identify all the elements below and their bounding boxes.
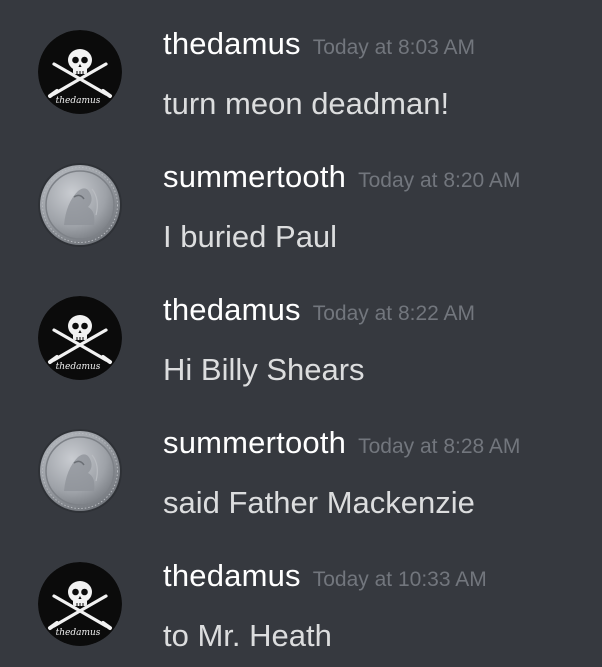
timestamp: Today at 8:22 AM [312, 302, 476, 325]
message-header: thedamus Today at 8:03 AM [163, 26, 475, 62]
avatar[interactable]: thedamus [38, 562, 122, 646]
pirate-flag-icon: thedamus [38, 562, 122, 646]
username[interactable]: thedamus [163, 26, 301, 61]
message-header: thedamus Today at 8:22 AM [163, 292, 475, 328]
pirate-flag-icon: thedamus [38, 30, 122, 114]
username[interactable]: thedamus [163, 558, 301, 593]
timestamp: Today at 8:28 AM [358, 435, 521, 458]
svg-text:thedamus: thedamus [56, 362, 101, 372]
silver-coin-icon [38, 163, 122, 247]
svg-text:thedamus: thedamus [56, 96, 101, 106]
message-item: summertooth Today at 8:20 AM I buried Pau… [0, 133, 602, 266]
avatar[interactable] [38, 429, 122, 513]
message-text: said Father Mackenzie [163, 485, 475, 520]
message-text: turn meon deadman! [163, 86, 450, 121]
username[interactable]: summertooth [163, 425, 346, 460]
avatar[interactable]: thedamus [38, 296, 122, 380]
pirate-flag-icon: thedamus [38, 296, 122, 380]
timestamp: Today at 10:33 AM [312, 568, 487, 591]
timestamp: Today at 8:03 AM [312, 36, 476, 59]
username[interactable]: summertooth [163, 159, 346, 194]
silver-coin-icon [38, 429, 122, 513]
username[interactable]: thedamus [163, 292, 301, 327]
message-item: thedamus thedamus Today at 8:03 AM turn m… [0, 0, 602, 133]
message-item: thedamus thedamus Today at 10:33 AM to Mr… [0, 532, 602, 665]
message-text: I buried Paul [163, 219, 338, 254]
timestamp: Today at 8:20 AM [358, 169, 521, 192]
message-header: summertooth Today at 8:20 AM [163, 159, 520, 195]
message-item: thedamus thedamus Today at 8:22 AM Hi Bil… [0, 266, 602, 399]
message-header: thedamus Today at 10:33 AM [163, 558, 487, 594]
chat-message-list: thedamus thedamus Today at 8:03 AM turn m… [0, 0, 602, 667]
svg-text:thedamus: thedamus [56, 628, 101, 638]
message-header: summertooth Today at 8:28 AM [163, 425, 520, 461]
message-item: summertooth Today at 8:28 AM said Father … [0, 399, 602, 532]
message-text: to Mr. Heath [163, 618, 332, 653]
avatar[interactable] [38, 163, 122, 247]
avatar[interactable]: thedamus [38, 30, 122, 114]
message-text: Hi Billy Shears [163, 352, 365, 387]
